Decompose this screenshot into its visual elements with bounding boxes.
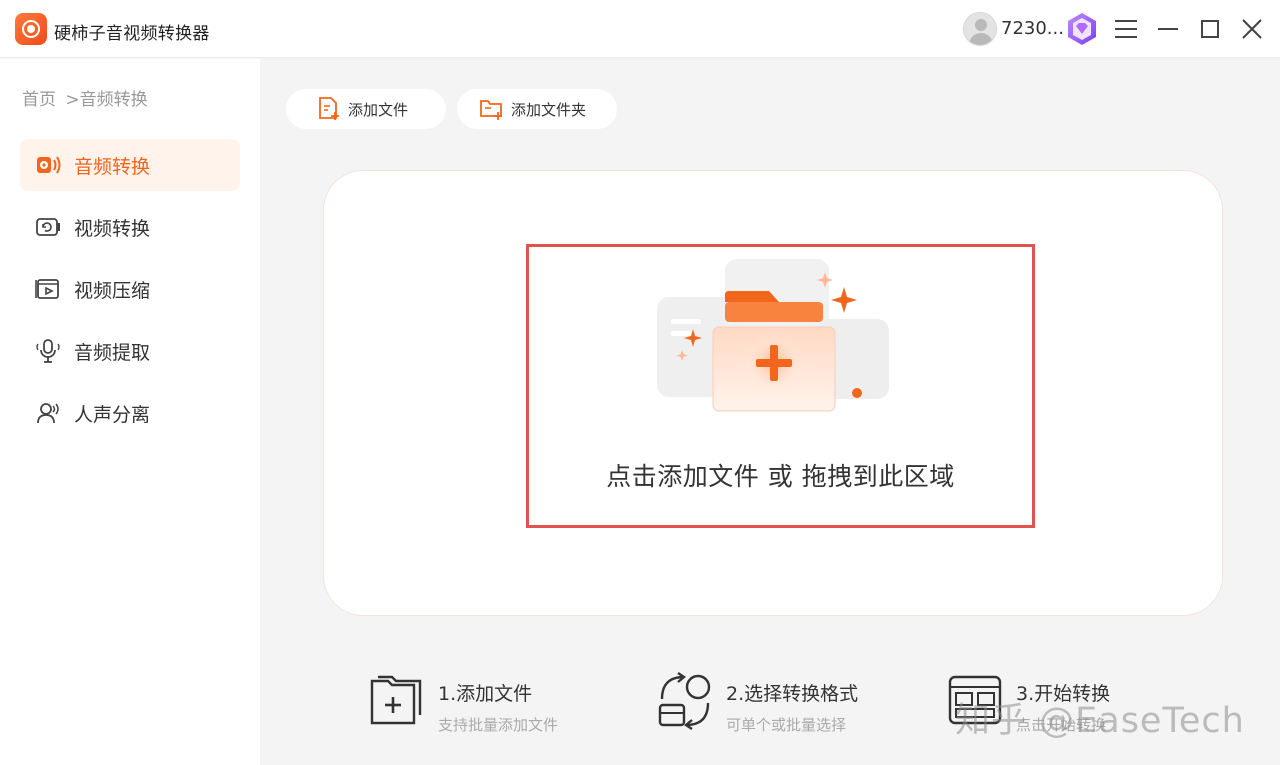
add-folder-icon bbox=[480, 100, 502, 120]
sidebar-item-label: 视频压缩 bbox=[74, 279, 151, 302]
minimize-icon[interactable] bbox=[1156, 18, 1180, 40]
step-desc: 可单个或批量选择 bbox=[726, 716, 847, 734]
add-file-button[interactable]: 添加文件 bbox=[286, 89, 446, 129]
main-area: 添加文件 添加文件夹 点击添加文件 或 拖拽到此区域 1.添加文件 支持批量添加… bbox=[260, 59, 1280, 765]
add-files-step-icon bbox=[370, 675, 422, 725]
step-desc: 点击开始转换 bbox=[1016, 716, 1107, 734]
audio-convert-icon bbox=[34, 151, 62, 179]
title-bar: 硬柿子音视频转换器 7230... bbox=[0, 0, 1280, 58]
add-file-icon bbox=[319, 97, 339, 120]
step-title: 1.添加文件 bbox=[438, 683, 533, 705]
video-convert-icon bbox=[34, 213, 62, 241]
sidebar: 首页 >音频转换 音频转换 视频转换 视频压缩 音频提取 人声分离 bbox=[0, 59, 260, 765]
step-title: 2.选择转换格式 bbox=[726, 683, 859, 705]
vip-badge-icon[interactable] bbox=[1064, 11, 1100, 47]
sidebar-item-label: 音频提取 bbox=[74, 341, 151, 364]
step-desc: 支持批量添加文件 bbox=[438, 716, 559, 734]
add-folder-button[interactable]: 添加文件夹 bbox=[457, 89, 617, 129]
breadcrumb-home[interactable]: 首页 bbox=[22, 90, 56, 110]
add-folder-label: 添加文件夹 bbox=[511, 100, 587, 119]
drop-card: 点击添加文件 或 拖拽到此区域 bbox=[323, 170, 1223, 616]
sidebar-item-label: 视频转换 bbox=[74, 217, 151, 240]
user-avatar[interactable] bbox=[963, 12, 997, 46]
sidebar-item-label: 人声分离 bbox=[74, 403, 151, 426]
audio-extract-icon bbox=[34, 337, 62, 365]
sidebar-item-video-compress[interactable]: 视频压缩 bbox=[20, 263, 240, 315]
select-format-step-icon bbox=[658, 672, 711, 730]
app-logo bbox=[15, 13, 47, 45]
add-file-label: 添加文件 bbox=[348, 100, 409, 119]
maximize-icon[interactable] bbox=[1198, 18, 1222, 40]
sidebar-item-vocal-separate[interactable]: 人声分离 bbox=[20, 387, 240, 439]
start-convert-step-icon bbox=[948, 675, 1002, 725]
step-add-files: 1.添加文件 支持批量添加文件 bbox=[368, 671, 558, 735]
sidebar-item-label: 音频转换 bbox=[74, 155, 151, 178]
sidebar-item-video-convert[interactable]: 视频转换 bbox=[20, 201, 240, 253]
drop-zone-text: 点击添加文件 或 拖拽到此区域 bbox=[606, 462, 955, 491]
file-drop-zone[interactable]: 点击添加文件 或 拖拽到此区域 bbox=[526, 244, 1035, 528]
vocal-separate-icon bbox=[34, 399, 62, 427]
step-start-convert: 3.开始转换 点击开始转换 bbox=[946, 671, 1110, 735]
video-compress-icon bbox=[34, 275, 62, 303]
sidebar-item-audio-convert[interactable]: 音频转换 bbox=[20, 139, 240, 191]
breadcrumb-current: >音频转换 bbox=[65, 90, 148, 110]
close-icon[interactable] bbox=[1240, 17, 1264, 41]
folder-add-icon bbox=[657, 259, 889, 412]
step-select-format: 2.选择转换格式 可单个或批量选择 bbox=[656, 671, 858, 735]
sidebar-item-audio-extract[interactable]: 音频提取 bbox=[20, 325, 240, 377]
step-title: 3.开始转换 bbox=[1016, 683, 1111, 705]
menu-icon[interactable] bbox=[1114, 18, 1138, 40]
app-title: 硬柿子音视频转换器 bbox=[54, 24, 210, 44]
breadcrumb: 首页 >音频转换 bbox=[22, 85, 152, 110]
username[interactable]: 7230... bbox=[1001, 18, 1064, 39]
